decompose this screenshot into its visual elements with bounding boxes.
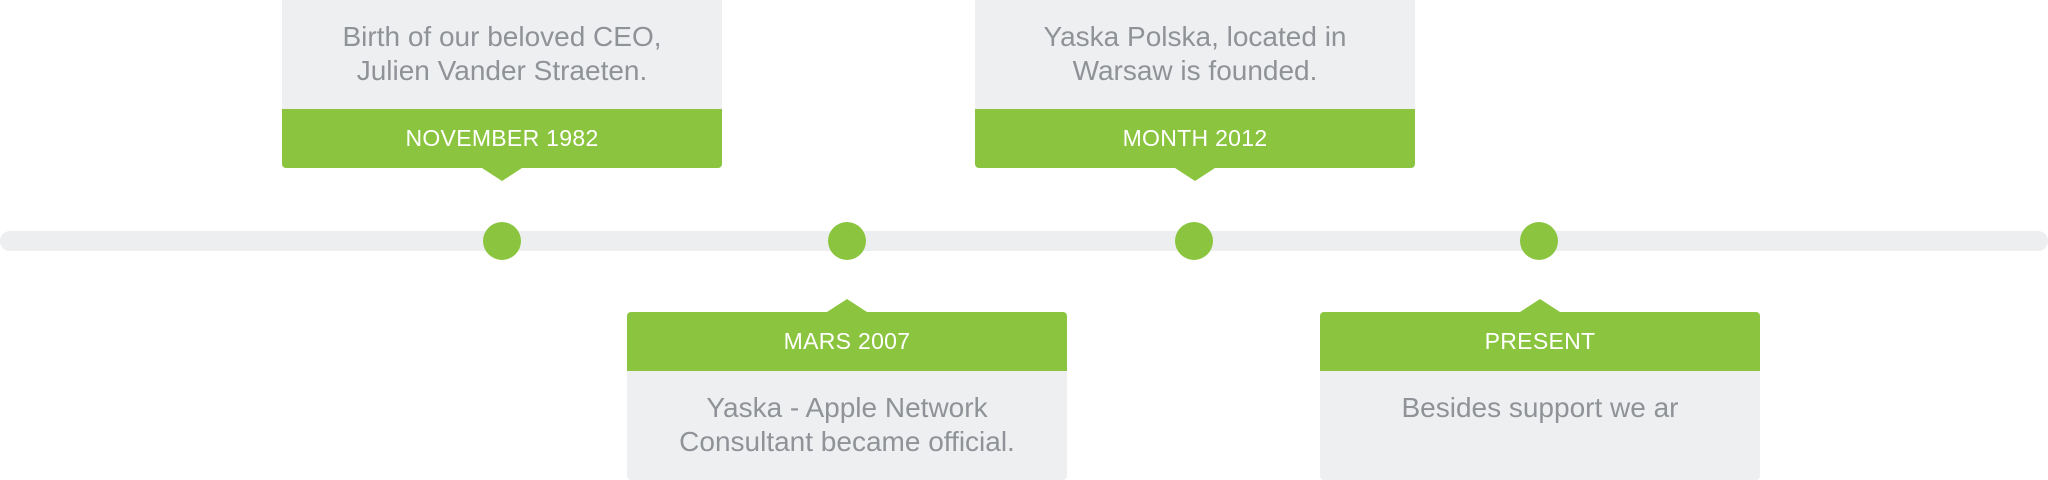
timeline-marker[interactable] xyxy=(828,222,866,260)
timeline: Birth of our beloved CEO, Julien Vander … xyxy=(0,0,2048,480)
timeline-event-card: Yaska Polska, located in Warsaw is found… xyxy=(975,0,1415,181)
event-date: MARS 2007 xyxy=(627,299,1067,371)
event-description: Yaska Polska, located in Warsaw is found… xyxy=(975,0,1415,109)
event-description: Yaska - Apple Network Consultant became … xyxy=(627,371,1067,480)
event-description: Besides support we ar xyxy=(1320,371,1760,480)
event-date: PRESENT xyxy=(1320,299,1760,371)
event-date: NOVEMBER 1982 xyxy=(282,109,722,181)
event-description-line: Besides support we ar xyxy=(1401,392,1679,423)
event-description-line: Warsaw is founded. xyxy=(1072,55,1318,86)
event-date: MONTH 2012 xyxy=(975,109,1415,181)
event-description: Birth of our beloved CEO, Julien Vander … xyxy=(282,0,722,109)
timeline-marker[interactable] xyxy=(1520,222,1558,260)
timeline-event-card: PRESENT Besides support we ar xyxy=(1320,299,1760,480)
timeline-marker[interactable] xyxy=(1175,222,1213,260)
event-description-line: Birth of our beloved CEO, xyxy=(342,21,662,52)
event-description-line: Yaska - Apple Network xyxy=(706,392,988,423)
timeline-marker[interactable] xyxy=(483,222,521,260)
event-description-line: Julien Vander Straeten. xyxy=(356,55,648,86)
timeline-track xyxy=(0,231,2048,251)
event-description-line: Consultant became official. xyxy=(679,426,1015,457)
timeline-event-card: Birth of our beloved CEO, Julien Vander … xyxy=(282,0,722,181)
timeline-event-card: MARS 2007 Yaska - Apple Network Consulta… xyxy=(627,299,1067,480)
event-description-line: Yaska Polska, located in xyxy=(1043,21,1347,52)
